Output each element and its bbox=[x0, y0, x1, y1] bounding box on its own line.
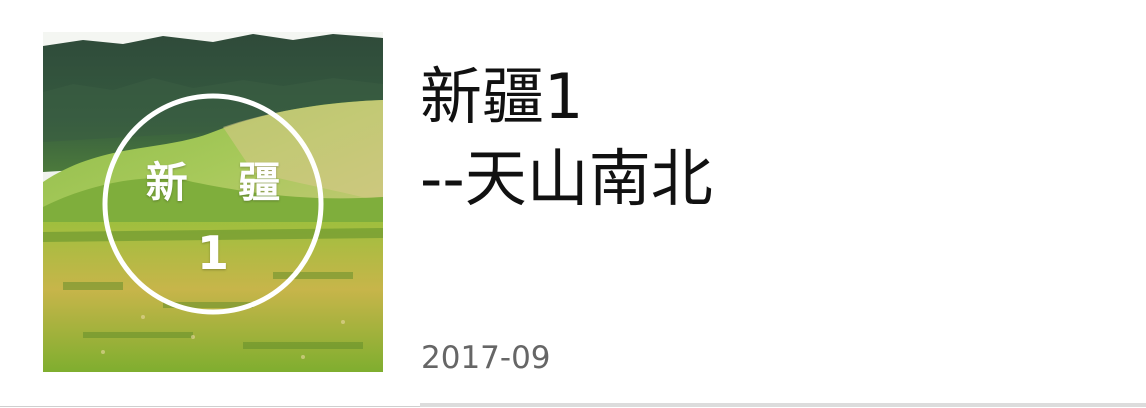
article-date: 2017-09 bbox=[421, 340, 551, 376]
badge-number: 1 bbox=[196, 226, 229, 280]
article-title-line2: --天山南北 bbox=[420, 142, 713, 215]
divider-accent bbox=[420, 403, 1146, 407]
article-title-line1: 新疆1 bbox=[420, 60, 584, 133]
article-list-item[interactable]: 新 疆 1 新疆1 --天山南北 2017-09 bbox=[0, 0, 1146, 408]
article-title[interactable]: 新疆1 --天山南北 bbox=[420, 56, 713, 220]
badge-label: 新 疆 bbox=[145, 158, 299, 207]
divider bbox=[0, 406, 420, 407]
article-thumbnail[interactable]: 新 疆 1 bbox=[43, 32, 383, 372]
